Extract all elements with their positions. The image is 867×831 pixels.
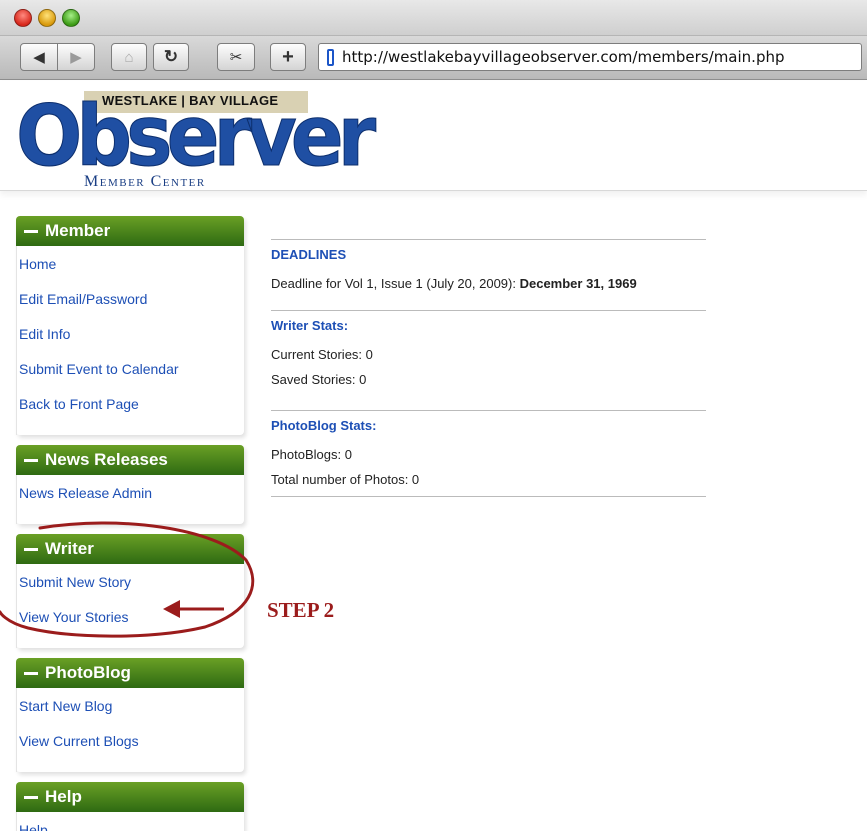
- sidebar-links: Help: [16, 812, 244, 831]
- sidebar-links: Submit New Story View Your Stories: [16, 564, 244, 648]
- collapse-minus-icon[interactable]: [24, 547, 38, 551]
- sidebar-box-title: PhotoBlog: [45, 663, 131, 682]
- deadline-text: Deadline for Vol 1, Issue 1 (July 20, 20…: [271, 271, 706, 296]
- deadline-label: Deadline for Vol 1, Issue 1 (July 20, 20…: [271, 276, 520, 291]
- photoblogs-count-text: PhotoBlogs: 0: [271, 447, 352, 462]
- plus-icon: +: [282, 45, 294, 68]
- site-logo[interactable]: Observer WESTLAKE | BAY VILLAGE Member C…: [14, 87, 376, 191]
- sidebar-box-title: Help: [45, 787, 82, 806]
- sidebar-box-header[interactable]: Member: [16, 216, 244, 246]
- deadline-date: December 31, 1969: [519, 276, 637, 291]
- sidebar-link-submit-new-story[interactable]: Submit New Story: [17, 568, 244, 603]
- snip-button[interactable]: ✂: [217, 43, 255, 71]
- sidebar: Member Home Edit Email/Password Edit Info Su…: [16, 216, 244, 831]
- forward-button[interactable]: ▶: [57, 43, 95, 71]
- sidebar-links: News Release Admin: [16, 475, 244, 524]
- main-bottom-divider: [271, 496, 706, 504]
- back-button[interactable]: ◀: [20, 43, 58, 71]
- sidebar-link-view-your-stories[interactable]: View Your Stories: [17, 603, 244, 638]
- sidebar-link-view-current-blogs[interactable]: View Current Blogs: [17, 727, 244, 762]
- logo-subtitle: Member Center: [84, 173, 206, 190]
- sidebar-box-title: Writer: [45, 539, 94, 558]
- close-window-icon[interactable]: [14, 9, 32, 27]
- home-button[interactable]: ⌂: [111, 43, 147, 71]
- collapse-minus-icon[interactable]: [24, 795, 38, 799]
- collapse-minus-icon[interactable]: [24, 229, 38, 233]
- photos-count-text: Total number of Photos: 0: [271, 472, 420, 487]
- sidebar-link-submit-event-to-calendar[interactable]: Submit Event to Calendar: [17, 355, 244, 390]
- sidebar-box-help: Help Help: [16, 782, 244, 831]
- web-page: Observer WESTLAKE | BAY VILLAGE Member C…: [0, 81, 867, 831]
- sidebar-link-news-release-admin[interactable]: News Release Admin: [17, 479, 244, 514]
- sidebar-link-home[interactable]: Home: [17, 250, 244, 285]
- sidebar-box-photoblog: PhotoBlog Start New Blog View Current Blog…: [16, 658, 244, 772]
- add-bookmark-button[interactable]: +: [270, 43, 306, 71]
- window-titlebar: [0, 0, 867, 36]
- collapse-minus-icon[interactable]: [24, 671, 38, 675]
- photoblog-stats-section: PhotoBlog Stats: PhotoBlogs: 0 Total num…: [271, 410, 706, 492]
- sidebar-box-header[interactable]: News Releases: [16, 445, 244, 475]
- url-text[interactable]: http://westlakebayvillageobserver.com/me…: [342, 48, 785, 66]
- sidebar-link-start-new-blog[interactable]: Start New Blog: [17, 692, 244, 727]
- sidebar-link-edit-email-password[interactable]: Edit Email/Password: [17, 285, 244, 320]
- sidebar-box-title: Member: [45, 221, 111, 240]
- sidebar-link-back-to-front-page[interactable]: Back to Front Page: [17, 390, 244, 425]
- logo-band-text: WESTLAKE | BAY VILLAGE: [102, 93, 279, 108]
- sidebar-link-edit-info[interactable]: Edit Info: [17, 320, 244, 355]
- reload-icon: ↻: [163, 47, 179, 66]
- minimize-window-icon[interactable]: [38, 9, 56, 27]
- sidebar-links: Home Edit Email/Password Edit Info Submit E…: [16, 246, 244, 435]
- writer-stats-title: Writer Stats:: [271, 318, 349, 333]
- sidebar-box-news-releases: News Releases News Release Admin: [16, 445, 244, 524]
- deadlines-section: DEADLINES Deadline for Vol 1, Issue 1 (J…: [271, 239, 706, 296]
- sidebar-box-header[interactable]: PhotoBlog: [16, 658, 244, 688]
- collapse-minus-icon[interactable]: [24, 458, 38, 462]
- writer-stats-section: Writer Stats: Current Stories: 0 Saved S…: [271, 310, 706, 392]
- sidebar-box-header[interactable]: Help: [16, 782, 244, 812]
- current-stories-text: Current Stories: 0: [271, 347, 373, 362]
- sidebar-box-header[interactable]: Writer: [16, 534, 244, 564]
- reload-button[interactable]: ↻: [153, 43, 189, 71]
- site-header: Observer WESTLAKE | BAY VILLAGE Member C…: [0, 81, 867, 191]
- main-content: DEADLINES Deadline for Vol 1, Issue 1 (J…: [271, 239, 706, 504]
- photoblog-stats-title: PhotoBlog Stats:: [271, 418, 377, 433]
- browser-toolbar: ◀ ▶ ⌂ ↻ ✂ + http://westlakebayvillageobs…: [0, 36, 867, 80]
- sidebar-box-title: News Releases: [45, 450, 168, 469]
- back-arrow-icon: ◀: [33, 49, 45, 66]
- forward-arrow-icon: ▶: [70, 49, 82, 66]
- address-bar[interactable]: http://westlakebayvillageobserver.com/me…: [318, 43, 862, 71]
- sidebar-box-writer: Writer Submit New Story View Your Stories: [16, 534, 244, 648]
- sidebar-links: Start New Blog View Current Blogs: [16, 688, 244, 772]
- sidebar-link-help[interactable]: Help: [17, 816, 244, 831]
- deadlines-title: DEADLINES: [271, 247, 347, 262]
- step-label: STEP 2: [267, 598, 335, 622]
- zoom-window-icon[interactable]: [62, 9, 80, 27]
- scissors-icon: ✂: [229, 49, 243, 66]
- page-favicon-icon: [327, 48, 334, 66]
- sidebar-box-member: Member Home Edit Email/Password Edit Info Su…: [16, 216, 244, 435]
- saved-stories-text: Saved Stories: 0: [271, 372, 367, 387]
- home-icon: ⌂: [124, 48, 134, 66]
